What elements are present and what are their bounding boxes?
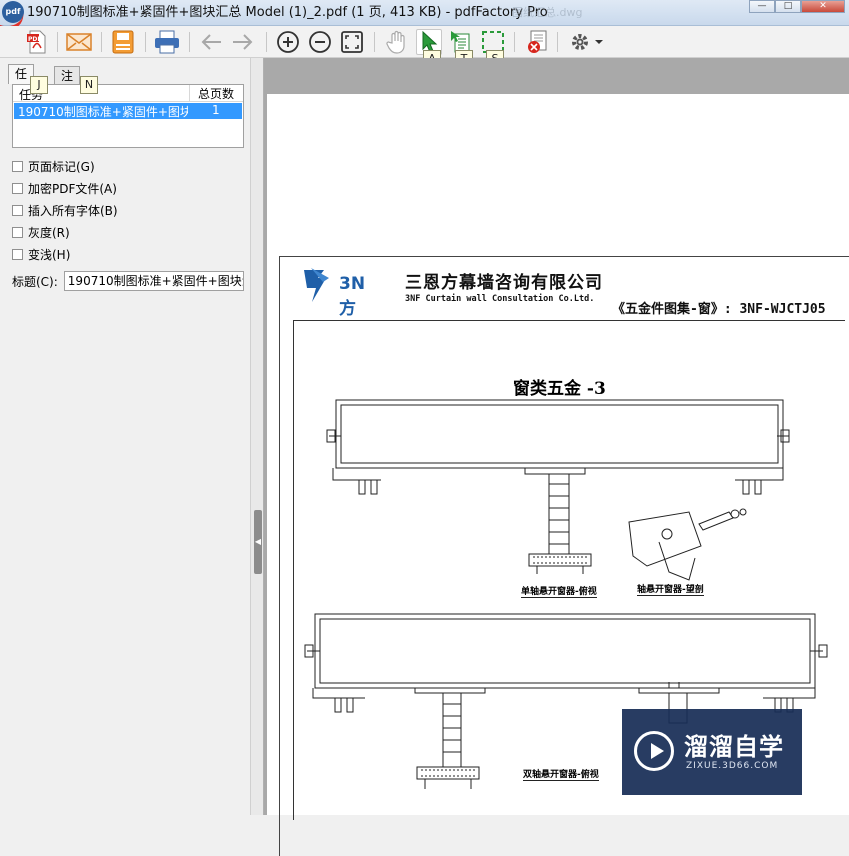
hand-tool-icon[interactable] bbox=[384, 29, 410, 55]
hardware-drawing bbox=[304, 399, 828, 789]
tab-notes[interactable]: 注意 bbox=[54, 66, 81, 101]
option-label: 加密PDF文件(A) bbox=[28, 181, 117, 196]
panel-splitter[interactable]: ◀ bbox=[250, 58, 264, 815]
settings-gear-icon[interactable] bbox=[566, 29, 606, 55]
background-window-title: 图纸汇总.dwg bbox=[512, 6, 583, 19]
zoom-in-icon[interactable] bbox=[275, 29, 301, 55]
hotkey-badge-jobs: J bbox=[30, 76, 48, 94]
save-icon[interactable] bbox=[110, 29, 136, 55]
document-viewer[interactable]: 3N方 三恩方幕墙咨询有限公司 3NF Curtain wall Consult… bbox=[264, 58, 849, 856]
collapse-panel-handle[interactable]: ◀ bbox=[254, 510, 262, 574]
lighten-checkbox[interactable] bbox=[12, 248, 23, 260]
page-marks-checkbox[interactable] bbox=[12, 160, 23, 172]
grayscale-checkbox[interactable] bbox=[12, 226, 23, 238]
watermark-url: ZIXUE.3D66.COM bbox=[686, 761, 779, 771]
option-page-marks[interactable]: 页面标记(G) bbox=[12, 158, 95, 174]
watermark-name: 溜溜自学 bbox=[684, 733, 784, 761]
title-bar: pdf 190710制图标准+紧固件+图块汇总 Model (1)_2.pdf … bbox=[0, 0, 849, 33]
title-input[interactable]: 190710制图标准+紧固件+图块汇总 bbox=[63, 271, 244, 291]
option-lighten[interactable]: 变浅(H) bbox=[12, 246, 70, 262]
job-row[interactable]: 190710制图标准+紧固件+图块... 1 bbox=[14, 103, 242, 119]
caption-single-axis-top-view: 单轴悬开窗器-俯视 bbox=[521, 584, 597, 598]
caption-double-axis-top-view: 双轴悬开窗器-俯视 bbox=[523, 767, 599, 781]
option-label: 变浅(H) bbox=[28, 247, 71, 262]
email-icon[interactable] bbox=[66, 29, 92, 55]
job-page-count: 1 bbox=[212, 103, 220, 117]
window-title: 190710制图标准+紧固件+图块汇总 Model (1)_2.pdf (1 页… bbox=[27, 5, 548, 20]
embed-fonts-checkbox[interactable] bbox=[12, 204, 23, 216]
document-title-row: 标题(C): 190710制图标准+紧固件+图块汇总 bbox=[12, 271, 244, 291]
print-icon[interactable] bbox=[154, 29, 180, 55]
hotkey-badge-notes: N bbox=[80, 76, 98, 94]
close-button[interactable]: ✕ bbox=[801, 0, 845, 13]
option-encrypt-pdf[interactable]: 加密PDF文件(A) bbox=[12, 180, 117, 196]
option-grayscale[interactable]: 灰度(R) bbox=[12, 224, 70, 240]
zoom-out-icon[interactable] bbox=[307, 29, 333, 55]
maximize-button[interactable]: □ bbox=[775, 0, 801, 13]
delete-page-icon[interactable] bbox=[524, 29, 550, 55]
option-embed-fonts[interactable]: 插入所有字体(B) bbox=[12, 202, 118, 218]
option-label: 灰度(R) bbox=[28, 225, 70, 240]
back-arrow-icon[interactable] bbox=[198, 29, 224, 55]
column-header-pages[interactable]: 总页数 bbox=[189, 85, 245, 101]
encrypt-pdf-checkbox[interactable] bbox=[12, 182, 23, 194]
site-watermark: 溜溜自学 ZIXUE.3D66.COM bbox=[622, 709, 802, 795]
caption-axis-section: 轴悬开窗器-望剖 bbox=[637, 582, 704, 596]
forward-arrow-icon[interactable] bbox=[230, 29, 256, 55]
minimize-button[interactable]: — bbox=[749, 0, 775, 13]
play-logo-icon bbox=[634, 731, 674, 771]
fit-page-icon[interactable] bbox=[339, 29, 365, 55]
pdf-page: 3N方 三恩方幕墙咨询有限公司 3NF Curtain wall Consult… bbox=[267, 94, 849, 856]
pdf-save-icon[interactable]: PDF bbox=[24, 29, 50, 55]
title-label: 标题(C): bbox=[12, 274, 58, 289]
option-label: 页面标记(G) bbox=[28, 159, 95, 174]
job-panel: 任务 注意 任务 总页数 190710制图标准+紧固件+图块... 1 页面标记… bbox=[0, 58, 250, 815]
svg-text:PDF: PDF bbox=[28, 36, 41, 43]
option-label: 插入所有字体(B) bbox=[28, 203, 118, 218]
job-name: 190710制图标准+紧固件+图块... bbox=[18, 105, 188, 119]
